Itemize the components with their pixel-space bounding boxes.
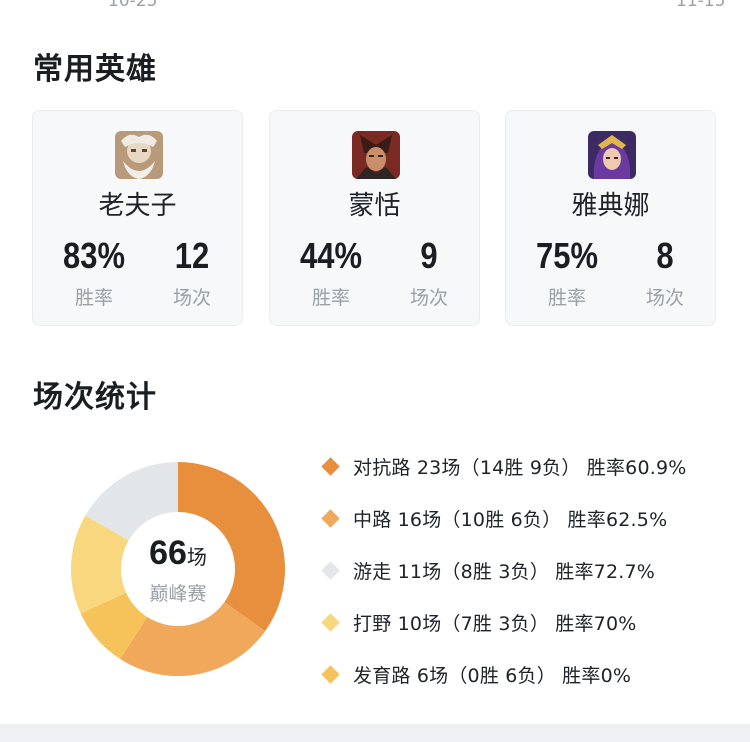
- legend-text: 中路 16场（10胜 6负） 胜率62.5%: [353, 508, 668, 531]
- top-fragment-right: 11-15: [676, 0, 726, 11]
- hero-card-3[interactable]: 雅典娜 75% 胜率 8 场次: [505, 110, 716, 326]
- hero-win-rate-value: 75%: [536, 235, 598, 276]
- hero-matches-value: 8: [656, 235, 674, 276]
- hero-win-rate-value: 44%: [300, 235, 362, 276]
- bottom-divider: [0, 724, 750, 742]
- diamond-icon: [321, 612, 340, 632]
- legend-item-mid-lane: 中路 16场（10胜 6负） 胜率62.5%: [321, 492, 687, 544]
- diamond-icon: [321, 560, 340, 580]
- hero-matches-label: 场次: [172, 287, 211, 309]
- total-matches: 66场: [71, 534, 285, 573]
- hero-win-rate-label: 胜率: [311, 287, 350, 309]
- legend-text: 游走 11场（8胜 3负） 胜率72.7%: [353, 560, 656, 583]
- matches-donut-chart: 66场 巅峰赛: [70, 462, 285, 676]
- total-matches-unit: 场: [186, 545, 207, 569]
- diamond-icon: [321, 456, 340, 476]
- hero-card-1[interactable]: 老夫子 83% 胜率 12 场次: [32, 110, 243, 326]
- hero-avatar-1: [115, 131, 163, 179]
- diamond-icon: [321, 508, 340, 528]
- hero-name: 蒙恬: [348, 191, 401, 221]
- hero-name: 雅典娜: [571, 191, 650, 221]
- hero-win-rate: 75% 胜率: [522, 235, 612, 310]
- hero-matches: 8 场次: [620, 235, 710, 310]
- legend-text: 对抗路 23场（14胜 9负） 胜率60.9%: [353, 456, 687, 479]
- hero-name: 老夫子: [98, 191, 177, 221]
- hero-win-rate-label: 胜率: [74, 287, 113, 309]
- top-fragment-left: 10-25: [108, 0, 158, 11]
- stats-section-title: 场次统计: [33, 380, 157, 415]
- hero-win-rate: 44% 胜率: [286, 235, 376, 310]
- diamond-icon: [321, 664, 340, 684]
- hero-card-2[interactable]: 蒙恬 44% 胜率 9 场次: [269, 110, 480, 326]
- match-type-label: 巅峰赛: [149, 583, 207, 605]
- legend-text: 打野 10场（7胜 3负） 胜率70%: [353, 612, 637, 635]
- legend-text: 发育路 6场（0胜 6负） 胜率0%: [353, 664, 632, 687]
- hero-matches-label: 场次: [409, 287, 448, 309]
- hero-win-rate-value: 83%: [63, 235, 125, 276]
- legend-item-bot-lane: 发育路 6场（0胜 6负） 胜率0%: [321, 648, 687, 700]
- legend-item-roam: 游走 11场（8胜 3负） 胜率72.7%: [321, 544, 687, 596]
- hero-matches-label: 场次: [645, 287, 684, 309]
- total-matches-number: 66: [149, 534, 187, 572]
- hero-matches: 9 场次: [384, 235, 474, 310]
- hero-matches-value: 12: [174, 235, 210, 276]
- heroes-section-title: 常用英雄: [33, 52, 157, 87]
- legend-item-jungle: 打野 10场（7胜 3负） 胜率70%: [321, 596, 687, 648]
- hero-matches: 12 场次: [147, 235, 237, 310]
- chart-legend: 对抗路 23场（14胜 9负） 胜率60.9% 中路 16场（10胜 6负） 胜…: [321, 440, 687, 700]
- donut-center: 66场 巅峰赛: [71, 462, 285, 676]
- hero-avatar-3: [588, 131, 636, 179]
- hero-avatar-2: [352, 131, 400, 179]
- legend-item-top-lane: 对抗路 23场（14胜 9负） 胜率60.9%: [321, 440, 687, 492]
- hero-win-rate: 83% 胜率: [49, 235, 139, 310]
- hero-matches-value: 9: [420, 235, 438, 276]
- hero-win-rate-label: 胜率: [547, 287, 586, 309]
